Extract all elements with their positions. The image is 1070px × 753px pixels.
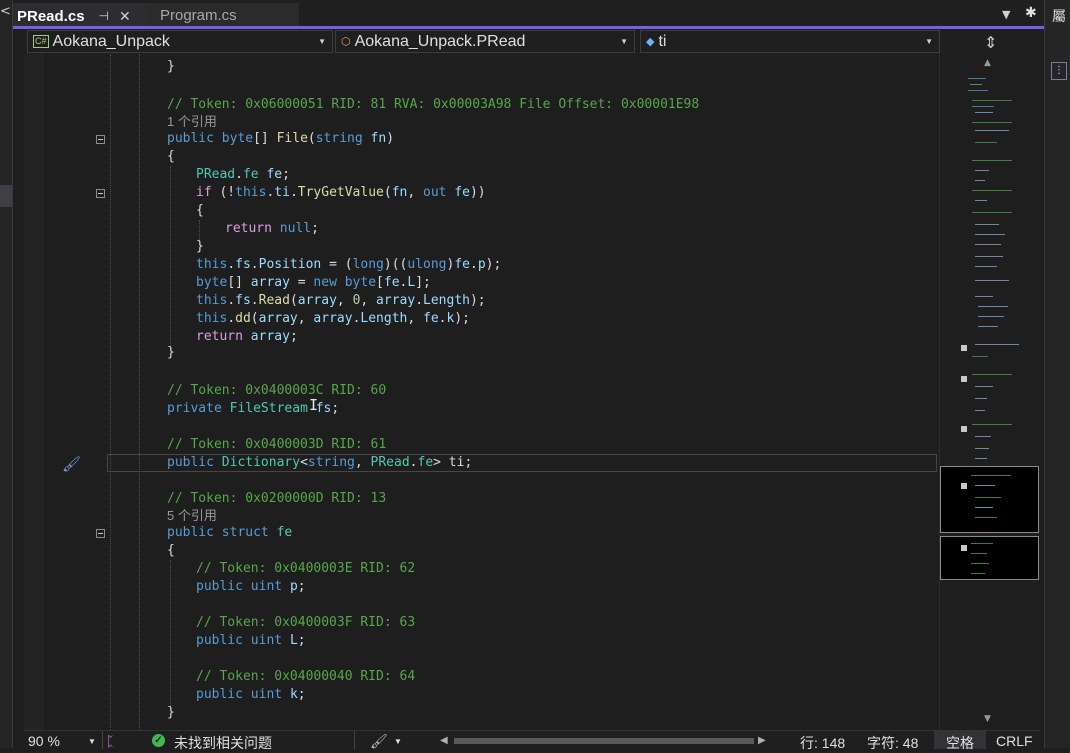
type-name: Aokana_Unpack.PRead	[354, 32, 526, 50]
tab-label: Program.cs	[160, 6, 237, 24]
glyph-margin	[24, 54, 44, 730]
pin-icon[interactable]: ⊣	[99, 9, 109, 23]
property-grid-icon[interactable]: ⋮	[1051, 62, 1067, 80]
minimap-marker	[961, 426, 967, 432]
horizontal-scrollbar-thumb[interactable]	[454, 738, 754, 744]
fold-toggle-icon[interactable]	[96, 189, 105, 198]
quick-action-brush-icon[interactable]: 🖌	[62, 455, 81, 473]
line-ending[interactable]: CRLF	[996, 733, 1033, 749]
token-comment: // Token: 0x0400003F RID: 63	[196, 615, 416, 630]
code-line: this.fs.Read(array, 0, array.Length);	[196, 293, 486, 308]
code-line: byte[] array = new byte[fe.L];	[196, 275, 431, 290]
intellicode-icon[interactable]: ᛈ	[106, 733, 114, 749]
tab-list-dropdown-icon[interactable]: ▼	[1002, 8, 1010, 21]
code-line: }	[167, 59, 175, 74]
column-number[interactable]: 字符: 48	[867, 733, 918, 753]
code-line: public uint p;	[196, 579, 306, 594]
chevron-down-icon: ▼	[620, 37, 628, 46]
class-icon: ⬡	[341, 36, 351, 48]
tab-program-cs[interactable]: Program.cs	[147, 3, 299, 27]
codelens-references[interactable]: 5 个引用	[167, 507, 217, 525]
token-comment: // Token: 0x04000040 RID: 64	[196, 669, 416, 684]
navigation-bar: C# Aokana_Unpack ▼ ⬡ Aokana_Unpack.PRead…	[24, 29, 1040, 54]
code-line: PRead.fe fe;	[196, 167, 290, 182]
issues-status[interactable]: 未找到相关问题	[174, 733, 272, 753]
scroll-left-arrow-icon[interactable]: ◀	[440, 735, 448, 746]
token-comment: // Token: 0x0400003C RID: 60	[167, 383, 387, 398]
code-cleanup-icon[interactable]: 🖌	[370, 733, 388, 750]
scroll-down-arrow-icon[interactable]: ▼	[984, 714, 991, 724]
collapse-chevron-icon[interactable]: <	[0, 4, 11, 19]
csharp-project-icon: C#	[33, 35, 49, 48]
indent-guide	[170, 560, 171, 708]
minimap-viewport-secondary[interactable]	[940, 536, 1039, 580]
divider	[354, 731, 355, 749]
indent-guide	[110, 54, 111, 730]
divider	[102, 731, 103, 749]
minimap-marker	[961, 345, 967, 351]
fold-toggle-icon[interactable]	[96, 135, 105, 144]
zoom-level[interactable]: 90 %	[28, 733, 60, 749]
chevron-down-icon[interactable]: ▼	[394, 737, 402, 746]
codelens-references[interactable]: 1 个引用	[167, 113, 217, 131]
code-line: this.fs.Position = (long)((ulong)fe.p);	[196, 257, 502, 272]
chevron-down-icon: ▼	[925, 37, 933, 46]
settings-gear-icon[interactable]: ✱	[1025, 5, 1037, 21]
editor-status-bar: 90 % ▼ ᛈ ✓ 未找到相关问题 🖌 ▼ ◀ ▶ 行: 148 字符: 48…	[24, 730, 1040, 751]
code-line: public struct fe	[167, 525, 293, 540]
chevron-down-icon[interactable]: ▼	[88, 737, 96, 746]
properties-side-strip: 屬 ⋮	[1044, 0, 1070, 748]
minimap-marker	[961, 545, 967, 551]
line-number[interactable]: 行: 148	[800, 733, 845, 753]
text-cursor-icon: I	[309, 396, 319, 414]
minimap-marker	[961, 483, 967, 489]
member-name: ti	[658, 32, 667, 50]
tab-pread-cs[interactable]: PRead.cs ⊣ ✕	[13, 3, 155, 27]
minimap-viewport[interactable]	[940, 466, 1039, 533]
tab-label: PRead.cs	[17, 7, 85, 25]
code-line: {	[167, 149, 175, 164]
code-line: public uint k;	[196, 687, 306, 702]
indentation-mode[interactable]: 空格	[934, 731, 986, 751]
token-comment: // Token: 0x0400003E RID: 62	[196, 561, 416, 576]
indent-guide	[139, 54, 140, 730]
minimap-marker	[961, 376, 967, 382]
code-line: if (!this.ti.TryGetValue(fn, out fe))	[196, 185, 486, 200]
close-icon[interactable]: ✕	[119, 8, 131, 25]
chevron-down-icon: ▼	[318, 37, 326, 46]
code-line: }	[196, 239, 204, 254]
scroll-right-arrow-icon[interactable]: ▶	[758, 735, 766, 746]
check-circle-icon: ✓	[152, 734, 165, 747]
token-comment: // Token: 0x0400003D RID: 61	[167, 437, 387, 452]
fold-toggle-icon[interactable]	[96, 529, 105, 538]
project-name: Aokana_Unpack	[52, 32, 170, 50]
member-dropdown[interactable]: ◆ ti ▼	[640, 30, 940, 53]
project-dropdown[interactable]: C# Aokana_Unpack ▼	[27, 30, 333, 53]
code-line: {	[167, 543, 175, 558]
code-line: public uint L;	[196, 633, 306, 648]
rail-indicator	[0, 185, 12, 207]
properties-tab-label[interactable]: 屬	[1052, 6, 1066, 26]
type-dropdown[interactable]: ⬡ Aokana_Unpack.PRead ▼	[335, 30, 635, 53]
field-icon: ◆	[646, 36, 655, 48]
code-line: public Dictionary<string, PRead.fe> ti;	[167, 455, 473, 470]
code-line: }	[167, 705, 175, 720]
code-line: this.dd(array, array.Length, fe.k);	[196, 311, 470, 326]
map-mode-scrollbar[interactable]	[939, 54, 1041, 730]
token-comment: // Token: 0x06000051 RID: 81 RVA: 0x0000…	[167, 97, 700, 112]
code-line: {	[196, 203, 204, 218]
scroll-up-arrow-icon[interactable]: ▲	[984, 58, 991, 68]
code-line: public byte[] File(string fn)	[167, 131, 395, 146]
indent-guide	[170, 166, 171, 350]
code-line: return array;	[196, 329, 298, 344]
code-line: return null;	[225, 221, 319, 236]
split-editor-icon[interactable]: ⇕	[984, 33, 997, 52]
code-line: }	[167, 345, 175, 360]
token-comment: // Token: 0x0200000D RID: 13	[167, 491, 387, 506]
left-tool-rail: <	[0, 0, 13, 748]
